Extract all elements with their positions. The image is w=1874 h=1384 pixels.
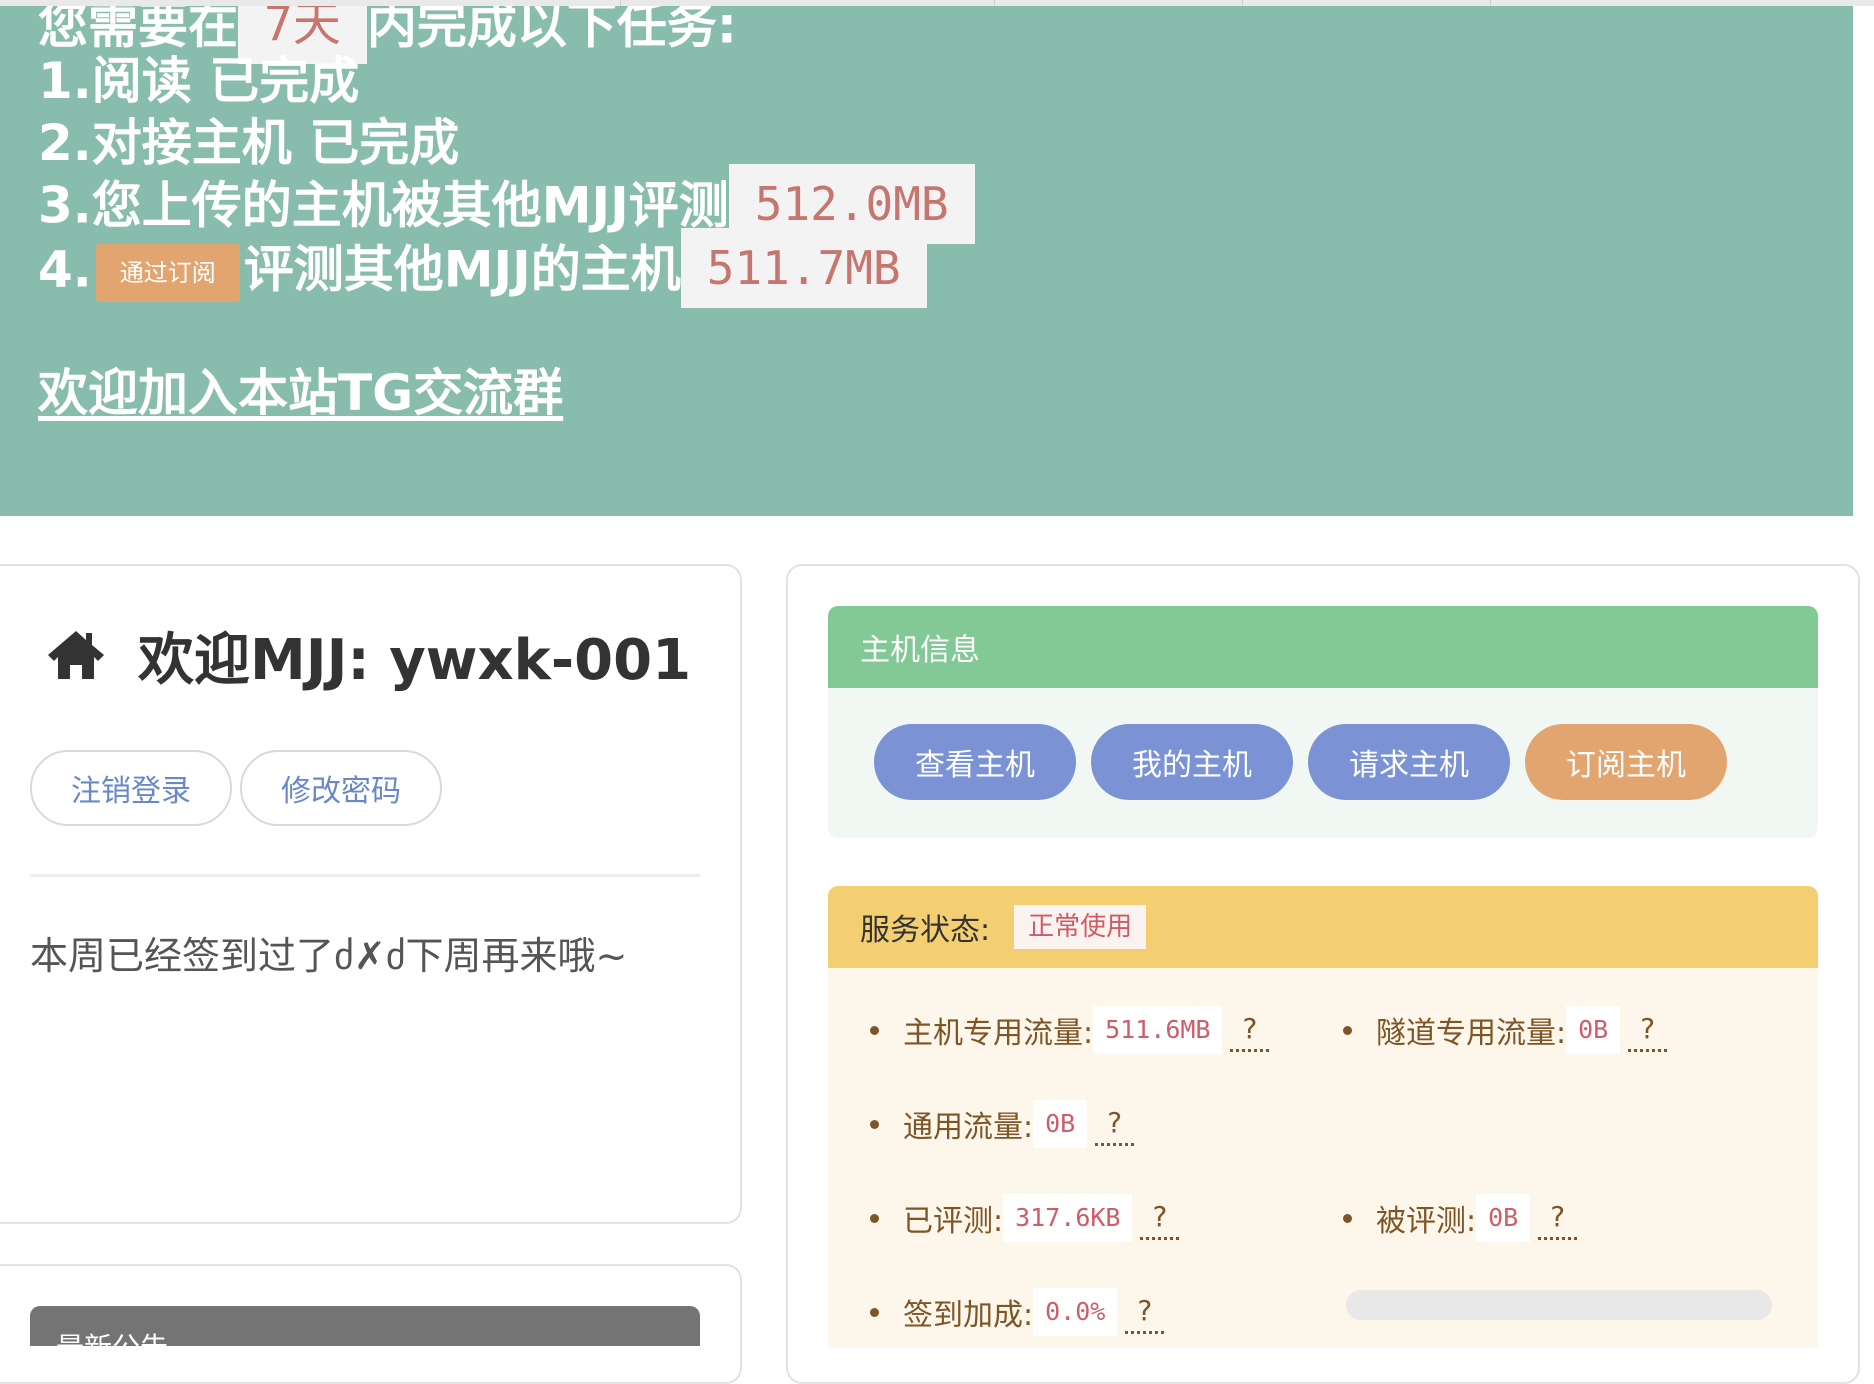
announcement-title: 最新公告 (56, 1331, 169, 1364)
my-hosts-button[interactable]: 我的主机 (1091, 724, 1293, 800)
review-number: 4. (38, 240, 92, 299)
bullet (870, 1213, 879, 1223)
tunnel-traffic-value: 0B (1566, 1006, 1621, 1054)
request-host-button[interactable]: 请求主机 (1308, 724, 1510, 800)
service-status-header: 服务状态: 正常使用 (828, 886, 1818, 968)
reviewed-value: 317.6KB (1003, 1194, 1133, 1242)
be-reviewed-stat: 被评测: 0B ? (1343, 1192, 1578, 1244)
logout-button[interactable]: 注销登录 (30, 750, 232, 826)
deadline-prefix: 您需要在 (38, 6, 238, 55)
announcement-header: 最新公告 (30, 1306, 700, 1364)
task-connect-line: 2.对接主机 已完成 (38, 114, 460, 172)
task-deadline-line: 您需要在 7天 内完成以下任务: (38, 6, 737, 64)
review-text: 评测其他MJJ的主机 (243, 240, 681, 299)
be-reviewed-help[interactable]: ? (1538, 1197, 1578, 1240)
bullet (870, 1119, 879, 1129)
host-traffic-value: 511.6MB (1093, 1006, 1223, 1054)
host-traffic-help[interactable]: ? (1230, 1009, 1270, 1052)
change-password-button[interactable]: 修改密码 (240, 750, 442, 826)
welcome-heading: 欢迎MJJ: ywxk-001 (44, 615, 691, 695)
signin-bonus-value: 0.0% (1033, 1288, 1118, 1336)
tunnel-traffic-help[interactable]: ? (1628, 1009, 1668, 1052)
view-hosts-button[interactable]: 查看主机 (874, 724, 1076, 800)
signin-progress-bar (1346, 1290, 1772, 1320)
subscribe-host-button[interactable]: 订阅主机 (1525, 724, 1727, 800)
tunnel-traffic-label: 隧道专用流量: (1376, 1016, 1567, 1051)
signin-bonus-help[interactable]: ? (1125, 1291, 1165, 1334)
tg-group-link[interactable]: 欢迎加入本站TG交流群 (38, 364, 563, 422)
signin-bonus-stat: 签到加成: 0.0% ? (870, 1286, 1165, 1338)
service-status-badge: 正常使用 (1014, 905, 1147, 949)
review-amount-chip: 511.7MB (680, 228, 927, 308)
task-review-line: 4. 通过订阅 评测其他MJJ的主机 511.7MB (38, 228, 927, 308)
welcome-text: 欢迎MJJ: ywxk-001 (138, 627, 692, 693)
deadline-suffix: 内完成以下任务: (366, 6, 737, 55)
task-read-line: 1.阅读 已完成 (38, 52, 360, 110)
host-info-title: 主机信息 (860, 633, 980, 668)
signin-bonus-label: 签到加成: (903, 1298, 1034, 1333)
reviewed-label: 已评测: (903, 1204, 1004, 1239)
general-traffic-label: 通用流量: (903, 1110, 1034, 1145)
be-reviewed-label: 被评测: (1376, 1204, 1477, 1239)
host-traffic-label: 主机专用流量: (903, 1016, 1094, 1051)
signin-status-text: 本周已经签到过了ძ✗ძ下周再来哦~ (30, 934, 628, 978)
bullet (870, 1025, 879, 1035)
task-banner: 您需要在 7天 内完成以下任务: 1.阅读 已完成 2.对接主机 已完成 3.您上传… (0, 6, 1853, 516)
general-traffic-value: 0B (1033, 1100, 1088, 1148)
tg-link-line: 欢迎加入本站TG交流群 (38, 362, 563, 424)
host-info-header: 主机信息 (828, 606, 1818, 688)
task-uploaded-line: 3.您上传的主机被其他MJJ评测 512.0MB (38, 164, 975, 244)
reviewed-stat: 已评测: 317.6KB ? (870, 1192, 1180, 1244)
home-icon (48, 631, 104, 679)
uploaded-text: 3.您上传的主机被其他MJJ评测 (38, 176, 729, 235)
card-divider (30, 874, 700, 877)
tunnel-traffic-stat: 隧道专用流量: 0B ? (1343, 1004, 1668, 1056)
bullet (870, 1307, 879, 1317)
general-traffic-stat: 通用流量: 0B ? (870, 1098, 1135, 1150)
bullet (1343, 1213, 1352, 1223)
host-traffic-stat: 主机专用流量: 511.6MB ? (870, 1004, 1270, 1056)
be-reviewed-value: 0B (1476, 1194, 1531, 1242)
reviewed-help[interactable]: ? (1140, 1197, 1180, 1240)
general-traffic-help[interactable]: ? (1095, 1103, 1135, 1146)
bullet (1343, 1025, 1352, 1035)
service-status-label: 服务状态: (860, 913, 991, 948)
subscribe-badge[interactable]: 通过订阅 (95, 244, 240, 302)
